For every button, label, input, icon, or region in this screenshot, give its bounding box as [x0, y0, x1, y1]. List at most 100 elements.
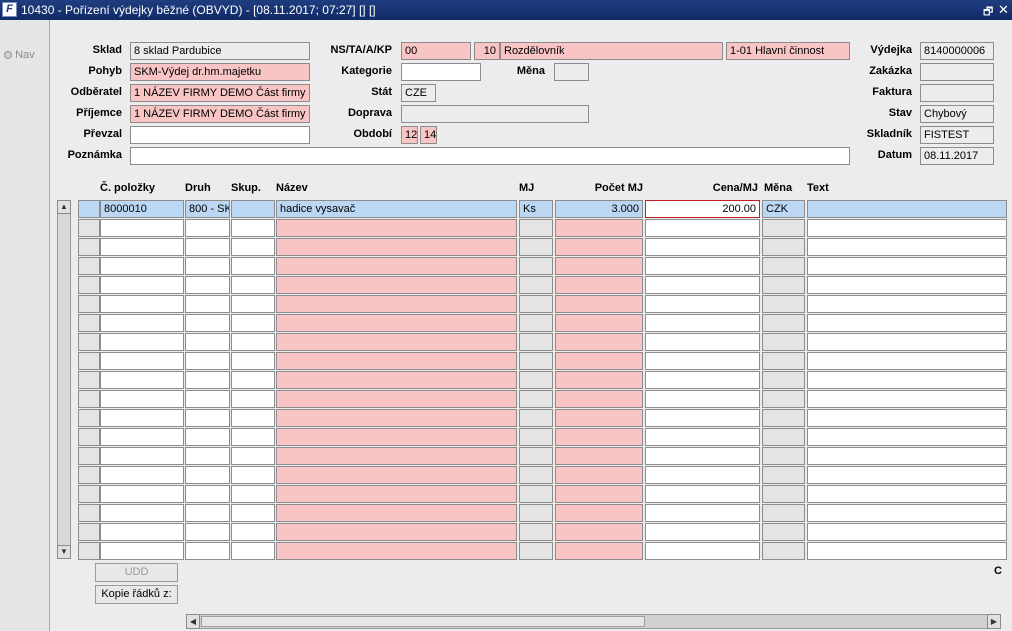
- row-selector[interactable]: [78, 390, 100, 408]
- datum-field[interactable]: 08.11.2017: [920, 147, 994, 165]
- cell-pocet[interactable]: [555, 447, 643, 465]
- kopie-radku-button[interactable]: Kopie řádků z:: [95, 585, 178, 604]
- cell-cislo[interactable]: [100, 390, 184, 408]
- row-selector[interactable]: [78, 447, 100, 465]
- cell-druh[interactable]: [185, 238, 230, 256]
- row-selector[interactable]: [78, 352, 100, 370]
- cell-druh[interactable]: 800 - SK: [185, 200, 230, 218]
- poznamka-field[interactable]: [130, 147, 850, 165]
- row-selector[interactable]: [78, 542, 100, 560]
- cell-skup[interactable]: [231, 523, 275, 541]
- cell-cena[interactable]: 200.00: [645, 200, 760, 218]
- cell-pocet[interactable]: [555, 371, 643, 389]
- cell-mena[interactable]: [762, 333, 805, 351]
- cell-cena[interactable]: [645, 428, 760, 446]
- cell-nazev[interactable]: [276, 447, 517, 465]
- row-selector[interactable]: [78, 428, 100, 446]
- cell-cena[interactable]: [645, 390, 760, 408]
- cell-pocet[interactable]: [555, 257, 643, 275]
- cell-cena[interactable]: [645, 409, 760, 427]
- cell-mena[interactable]: [762, 371, 805, 389]
- col-header-text[interactable]: Text: [807, 182, 829, 194]
- cell-cislo[interactable]: [100, 428, 184, 446]
- cell-cislo[interactable]: [100, 352, 184, 370]
- cell-cena[interactable]: [645, 333, 760, 351]
- cell-nazev[interactable]: [276, 276, 517, 294]
- scroll-thumb[interactable]: [201, 616, 645, 627]
- stav-field[interactable]: Chybový: [920, 105, 994, 123]
- row-selector[interactable]: [78, 409, 100, 427]
- col-header-nazev[interactable]: Název: [276, 182, 308, 194]
- cell-nazev[interactable]: [276, 333, 517, 351]
- cell-cena[interactable]: [645, 219, 760, 237]
- cell-druh[interactable]: [185, 352, 230, 370]
- cell-druh[interactable]: [185, 523, 230, 541]
- cell-mj[interactable]: [519, 257, 553, 275]
- cell-skup[interactable]: [231, 276, 275, 294]
- cell-druh[interactable]: [185, 257, 230, 275]
- cell-text[interactable]: [807, 428, 1007, 446]
- cell-druh[interactable]: [185, 276, 230, 294]
- cell-mj[interactable]: [519, 314, 553, 332]
- cell-nazev[interactable]: [276, 409, 517, 427]
- row-selector[interactable]: [78, 485, 100, 503]
- cell-druh[interactable]: [185, 485, 230, 503]
- cell-pocet[interactable]: [555, 523, 643, 541]
- cell-druh[interactable]: [185, 371, 230, 389]
- row-selector[interactable]: [78, 257, 100, 275]
- cell-cena[interactable]: [645, 542, 760, 560]
- cell-mena[interactable]: [762, 523, 805, 541]
- cell-druh[interactable]: [185, 390, 230, 408]
- cell-mj[interactable]: [519, 276, 553, 294]
- cell-nazev[interactable]: [276, 314, 517, 332]
- cell-mj[interactable]: [519, 352, 553, 370]
- cell-cena[interactable]: [645, 504, 760, 522]
- cell-druh[interactable]: [185, 219, 230, 237]
- cell-cena[interactable]: [645, 238, 760, 256]
- cell-pocet[interactable]: [555, 276, 643, 294]
- row-selector[interactable]: [78, 466, 100, 484]
- ns-field[interactable]: 00: [401, 42, 471, 60]
- cell-text[interactable]: [807, 542, 1007, 560]
- cell-mj[interactable]: [519, 333, 553, 351]
- cell-cena[interactable]: [645, 466, 760, 484]
- cell-mena[interactable]: [762, 447, 805, 465]
- cell-cena[interactable]: [645, 314, 760, 332]
- cell-cislo[interactable]: [100, 523, 184, 541]
- cell-skup[interactable]: [231, 504, 275, 522]
- cell-mj[interactable]: [519, 542, 553, 560]
- cell-cislo[interactable]: [100, 238, 184, 256]
- scroll-down-icon[interactable]: ▼: [57, 545, 71, 559]
- cell-pocet[interactable]: [555, 485, 643, 503]
- cell-pocet[interactable]: [555, 504, 643, 522]
- scroll-up-icon[interactable]: ▲: [57, 200, 71, 214]
- cell-cena[interactable]: [645, 276, 760, 294]
- cell-skup[interactable]: [231, 390, 275, 408]
- cell-pocet[interactable]: [555, 295, 643, 313]
- cell-druh[interactable]: [185, 466, 230, 484]
- cell-mj[interactable]: [519, 485, 553, 503]
- cell-pocet[interactable]: [555, 219, 643, 237]
- cell-druh[interactable]: [185, 542, 230, 560]
- cell-nazev[interactable]: [276, 542, 517, 560]
- cell-cislo[interactable]: 8000010: [100, 200, 184, 218]
- cell-cena[interactable]: [645, 371, 760, 389]
- col-header-druh[interactable]: Druh: [185, 182, 211, 194]
- cell-nazev[interactable]: [276, 390, 517, 408]
- cell-pocet[interactable]: 3.000: [555, 200, 643, 218]
- cell-skup[interactable]: [231, 352, 275, 370]
- col-header-skup[interactable]: Skup.: [231, 182, 261, 194]
- stat-field[interactable]: CZE: [401, 84, 436, 102]
- cell-pocet[interactable]: [555, 333, 643, 351]
- kp-field[interactable]: 1-01 Hlavní činnost: [726, 42, 850, 60]
- cell-text[interactable]: [807, 371, 1007, 389]
- cell-nazev[interactable]: [276, 428, 517, 446]
- cell-mj[interactable]: [519, 371, 553, 389]
- cell-cislo[interactable]: [100, 219, 184, 237]
- row-selector[interactable]: [78, 219, 100, 237]
- zakazka-field[interactable]: [920, 63, 994, 81]
- cell-nazev[interactable]: hadice vysavač: [276, 200, 517, 218]
- row-selector[interactable]: [78, 333, 100, 351]
- obdobi-month-field[interactable]: 12: [401, 126, 418, 144]
- cell-cislo[interactable]: [100, 409, 184, 427]
